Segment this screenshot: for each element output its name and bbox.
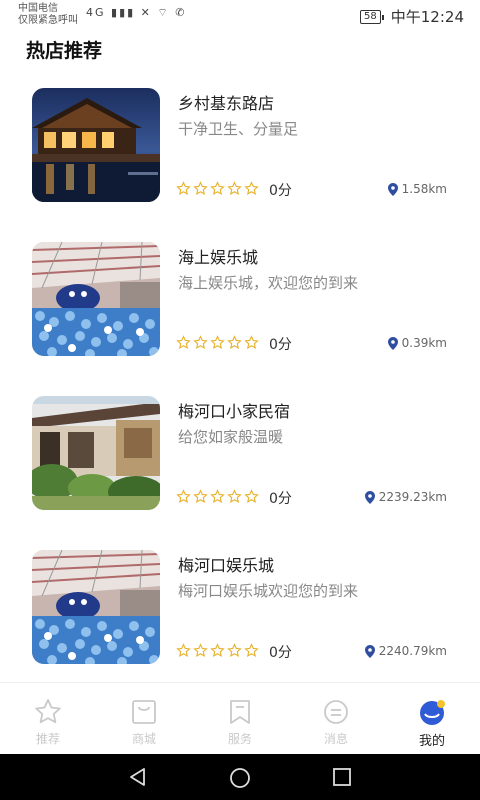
star-icon	[210, 181, 225, 195]
shop-image-house[interactable]	[32, 396, 160, 510]
tab-label: 商城	[131, 732, 156, 746]
star-icon	[227, 335, 242, 349]
star-icon	[227, 489, 242, 503]
status-bar: 中国电信 仅限紧急呼叫 4G ▮▮▮ ✕ ⌔ ✆ 58 中午12:24	[0, 0, 480, 32]
star-icon	[193, 181, 208, 195]
profile-icon	[420, 700, 445, 725]
star-icon	[244, 643, 259, 657]
star-icon	[193, 643, 208, 657]
distance-value: 2239.23km	[378, 490, 447, 504]
star-icon	[176, 181, 191, 195]
star-icon	[35, 699, 61, 724]
star-icon	[210, 489, 225, 503]
shop-image-ball-pit[interactable]	[32, 242, 160, 356]
battery-icon: 58	[360, 9, 384, 24]
shop-name: 梅河口娱乐城	[178, 556, 275, 575]
bookmark-icon	[230, 700, 250, 724]
tab-label: 我的	[418, 734, 445, 749]
distance-value: 0.39km	[401, 336, 447, 350]
location-pin-icon	[364, 490, 375, 504]
shop-score: 0分	[269, 491, 292, 507]
tab-label: 消息	[323, 732, 348, 746]
shop-description: 给您如家般温暖	[178, 428, 284, 446]
tab-mine[interactable]: 我的	[384, 683, 480, 755]
shop-distance: 2240.79km	[364, 644, 447, 658]
shop-description: 梅河口娱乐城欢迎您的到来	[178, 582, 359, 600]
star-icon	[244, 181, 259, 195]
shop-score: 0分	[269, 337, 292, 353]
shop-distance: 0.39km	[387, 336, 447, 350]
shop-name: 海上娱乐城	[178, 248, 259, 267]
tab-label: 服务	[227, 732, 252, 746]
page-title: 热店推荐	[26, 40, 103, 62]
star-icon	[193, 335, 208, 349]
star-icon	[210, 335, 225, 349]
distance-value: 2240.79km	[378, 644, 447, 658]
tab-label: 推荐	[35, 732, 60, 746]
shop-image-resort[interactable]	[32, 88, 160, 202]
shop-name: 乡村基东路店	[178, 94, 275, 113]
carrier-name: 中国电信	[18, 3, 58, 14]
rating-stars	[176, 489, 259, 504]
carrier-info: 中国电信 仅限紧急呼叫	[18, 3, 78, 27]
clock: 中午12:24	[390, 8, 464, 26]
shop-card[interactable]: 海上娱乐城 海上娱乐城，欢迎您的到来 0分 0.39km	[0, 242, 480, 372]
shop-score: 0分	[269, 183, 292, 199]
system-navigation-bar	[0, 754, 480, 800]
shop-card[interactable]: 梅河口娱乐城 梅河口娱乐城欢迎您的到来 0分 2240.79km	[0, 550, 480, 680]
rating-stars	[176, 335, 259, 350]
shop-distance: 2239.23km	[364, 490, 447, 504]
distance-value: 1.58km	[401, 182, 447, 196]
shop-card[interactable]: 乡村基东路店 干净卫生、分量足 0分 1.58km	[0, 88, 480, 218]
shop-description: 干净卫生、分量足	[178, 120, 299, 138]
shop-name: 梅河口小家民宿	[178, 402, 291, 421]
shop-image-ball-pit[interactable]	[32, 550, 160, 664]
star-icon	[244, 335, 259, 349]
star-icon	[227, 643, 242, 657]
shopping-bag-icon	[132, 700, 156, 724]
location-pin-icon	[387, 182, 398, 196]
tab-recommend[interactable]: 推荐	[0, 683, 96, 755]
rating-stars	[176, 181, 259, 196]
tab-service[interactable]: 服务	[192, 683, 288, 755]
star-icon	[193, 489, 208, 503]
tab-messages[interactable]: 消息	[288, 683, 384, 755]
tab-mall[interactable]: 商城	[96, 683, 192, 755]
status-right: 58 中午12:24	[360, 6, 464, 27]
message-icon	[324, 700, 348, 724]
star-icon	[244, 489, 259, 503]
bottom-tab-bar: 推荐 商城 服务 消息 我的	[0, 682, 480, 755]
carrier-status: 仅限紧急呼叫	[18, 15, 78, 26]
home-icon[interactable]	[229, 767, 251, 789]
star-icon	[176, 335, 191, 349]
star-icon	[176, 643, 191, 657]
shop-distance: 1.58km	[387, 182, 447, 196]
location-pin-icon	[364, 644, 375, 658]
star-icon	[176, 489, 191, 503]
recent-apps-icon[interactable]	[332, 767, 352, 787]
shop-card[interactable]: 梅河口小家民宿 给您如家般温暖 0分 2239.23km	[0, 396, 480, 526]
shop-description: 海上娱乐城，欢迎您的到来	[178, 274, 359, 292]
shop-score: 0分	[269, 645, 292, 661]
star-icon	[210, 643, 225, 657]
signal-icons: 4G ▮▮▮ ✕ ⌔ ✆	[86, 6, 187, 19]
star-icon	[227, 181, 242, 195]
rating-stars	[176, 643, 259, 658]
location-pin-icon	[387, 336, 398, 350]
back-icon[interactable]	[128, 767, 148, 787]
